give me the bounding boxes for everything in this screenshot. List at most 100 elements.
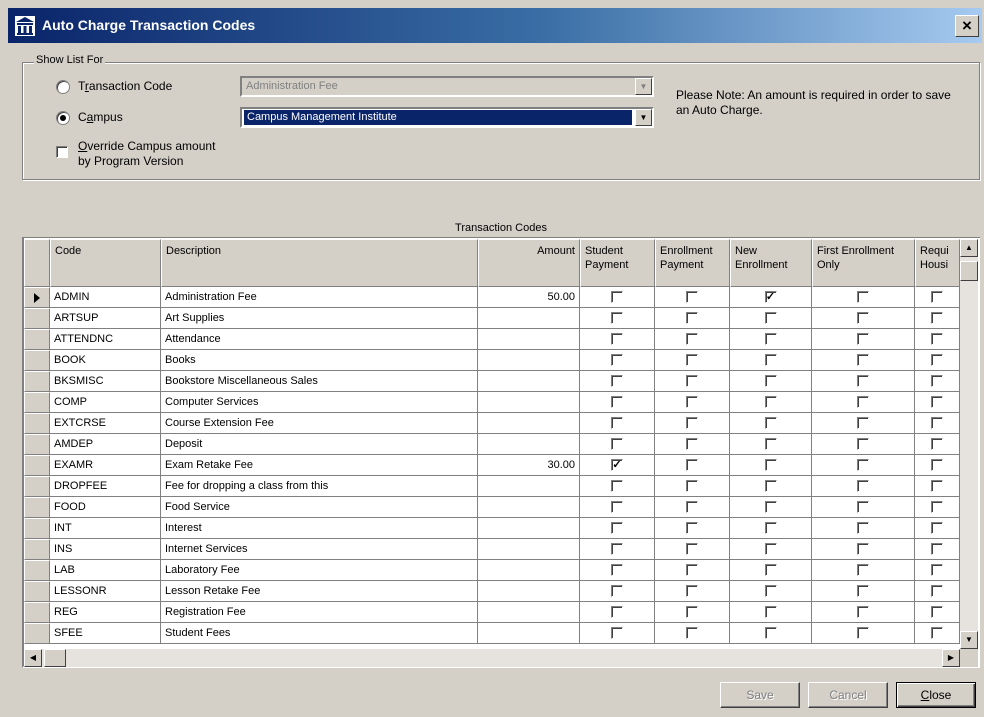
first-enrollment-only-checkbox[interactable]	[857, 543, 869, 555]
cell-code[interactable]: AMDEP	[50, 434, 161, 455]
close-button[interactable]: Close	[896, 682, 976, 708]
first-enrollment-only-checkbox[interactable]	[857, 396, 869, 408]
student-payment-checkbox[interactable]	[611, 627, 623, 639]
cell-amount[interactable]	[478, 434, 580, 455]
new-enrollment-checkbox[interactable]	[764, 606, 777, 618]
cell-amount[interactable]	[478, 581, 580, 602]
row-selector[interactable]	[24, 560, 50, 581]
cell-description[interactable]: Internet Services	[161, 539, 478, 560]
enrollment-payment-checkbox[interactable]	[686, 627, 698, 639]
new-enrollment-checkbox[interactable]	[764, 375, 777, 387]
cell-description[interactable]: Interest	[161, 518, 478, 539]
student-payment-checkbox[interactable]	[611, 417, 623, 429]
new-enrollment-checkbox[interactable]	[764, 396, 777, 408]
cell-amount[interactable]	[478, 308, 580, 329]
cell-amount[interactable]	[478, 518, 580, 539]
cell-amount[interactable]: 30.00	[478, 455, 580, 476]
title-bar[interactable]: Auto Charge Transaction Codes	[8, 8, 982, 43]
cell-code[interactable]: SFEE	[50, 623, 161, 644]
chevron-down-icon[interactable]: ▼	[635, 109, 652, 126]
student-payment-checkbox[interactable]	[611, 291, 623, 303]
student-payment-checkbox[interactable]	[611, 396, 623, 408]
student-payment-checkbox[interactable]	[611, 501, 623, 513]
requires-housing-checkbox[interactable]	[931, 354, 943, 366]
row-selector[interactable]	[24, 581, 50, 602]
new-enrollment-checkbox[interactable]	[764, 543, 777, 555]
cell-code[interactable]: LAB	[50, 560, 161, 581]
first-enrollment-only-checkbox[interactable]	[857, 606, 869, 618]
student-payment-checkbox[interactable]	[611, 333, 623, 345]
enrollment-payment-checkbox[interactable]	[686, 564, 698, 576]
cell-code[interactable]: INT	[50, 518, 161, 539]
new-enrollment-checkbox[interactable]	[764, 312, 777, 324]
cell-description[interactable]: Art Supplies	[161, 308, 478, 329]
cell-code[interactable]: ARTSUP	[50, 308, 161, 329]
column-header-new-enrollment[interactable]: New Enrollment	[730, 239, 812, 287]
cell-amount[interactable]	[478, 371, 580, 392]
first-enrollment-only-checkbox[interactable]	[857, 291, 869, 303]
cell-amount[interactable]	[478, 560, 580, 581]
row-selector[interactable]	[24, 371, 50, 392]
column-header-amount[interactable]: Amount	[478, 239, 580, 287]
cell-description[interactable]: Books	[161, 350, 478, 371]
first-enrollment-only-checkbox[interactable]	[857, 375, 869, 387]
requires-housing-checkbox[interactable]	[931, 396, 943, 408]
column-header-student-payment[interactable]: Student Payment	[580, 239, 655, 287]
scroll-down-button[interactable]: ▼	[960, 631, 978, 649]
cell-code[interactable]: COMP	[50, 392, 161, 413]
requires-housing-checkbox[interactable]	[931, 459, 943, 471]
cancel-button[interactable]: Cancel	[808, 682, 888, 708]
cell-amount[interactable]	[478, 476, 580, 497]
student-payment-checkbox[interactable]	[611, 606, 623, 618]
column-header-requires-housing[interactable]: Requi Housi	[915, 239, 960, 287]
row-selector[interactable]	[24, 329, 50, 350]
new-enrollment-checkbox[interactable]	[764, 522, 777, 534]
row-selector[interactable]	[24, 518, 50, 539]
cell-amount[interactable]	[478, 413, 580, 434]
student-payment-checkbox[interactable]	[611, 522, 623, 534]
cell-amount[interactable]	[478, 602, 580, 623]
close-window-button[interactable]: ×	[955, 15, 979, 37]
horizontal-scroll-thumb[interactable]	[44, 649, 66, 667]
chevron-down-icon[interactable]: ▼	[635, 78, 652, 95]
cell-code[interactable]: ATTENDNC	[50, 329, 161, 350]
cell-description[interactable]: Administration Fee	[161, 287, 478, 308]
requires-housing-checkbox[interactable]	[931, 417, 943, 429]
first-enrollment-only-checkbox[interactable]	[857, 354, 869, 366]
row-selector[interactable]	[24, 350, 50, 371]
enrollment-payment-checkbox[interactable]	[686, 417, 698, 429]
cell-code[interactable]: FOOD	[50, 497, 161, 518]
column-header-description[interactable]: Description	[161, 239, 478, 287]
enrollment-payment-checkbox[interactable]	[686, 501, 698, 513]
scroll-up-button[interactable]: ▲	[960, 239, 978, 257]
requires-housing-checkbox[interactable]	[931, 627, 943, 639]
enrollment-payment-checkbox[interactable]	[686, 396, 698, 408]
first-enrollment-only-checkbox[interactable]	[857, 627, 869, 639]
row-selector[interactable]	[24, 497, 50, 518]
horizontal-scrollbar[interactable]: ◀ ▶	[24, 649, 960, 667]
vertical-scrollbar[interactable]: ▲ ▼	[960, 239, 978, 649]
campus-radio[interactable]	[56, 111, 70, 125]
cell-code[interactable]: EXTCRSE	[50, 413, 161, 434]
enrollment-payment-checkbox[interactable]	[686, 291, 698, 303]
requires-housing-checkbox[interactable]	[931, 585, 943, 597]
new-enrollment-checkbox[interactable]	[764, 501, 777, 513]
new-enrollment-checkbox[interactable]	[764, 354, 777, 366]
row-selector[interactable]	[24, 623, 50, 644]
cell-amount[interactable]: 50.00	[478, 287, 580, 308]
cell-code[interactable]: BKSMISC	[50, 371, 161, 392]
cell-amount[interactable]	[478, 350, 580, 371]
new-enrollment-checkbox[interactable]	[764, 333, 777, 345]
first-enrollment-only-checkbox[interactable]	[857, 522, 869, 534]
cell-description[interactable]: Laboratory Fee	[161, 560, 478, 581]
enrollment-payment-checkbox[interactable]	[686, 354, 698, 366]
cell-description[interactable]: Registration Fee	[161, 602, 478, 623]
new-enrollment-checkbox[interactable]	[764, 438, 777, 450]
cell-description[interactable]: Exam Retake Fee	[161, 455, 478, 476]
cell-description[interactable]: Course Extension Fee	[161, 413, 478, 434]
first-enrollment-only-checkbox[interactable]	[857, 480, 869, 492]
enrollment-payment-checkbox[interactable]	[686, 459, 698, 471]
first-enrollment-only-checkbox[interactable]	[857, 438, 869, 450]
override-campus-checkbox[interactable]	[56, 146, 68, 158]
row-selector[interactable]	[24, 287, 50, 308]
